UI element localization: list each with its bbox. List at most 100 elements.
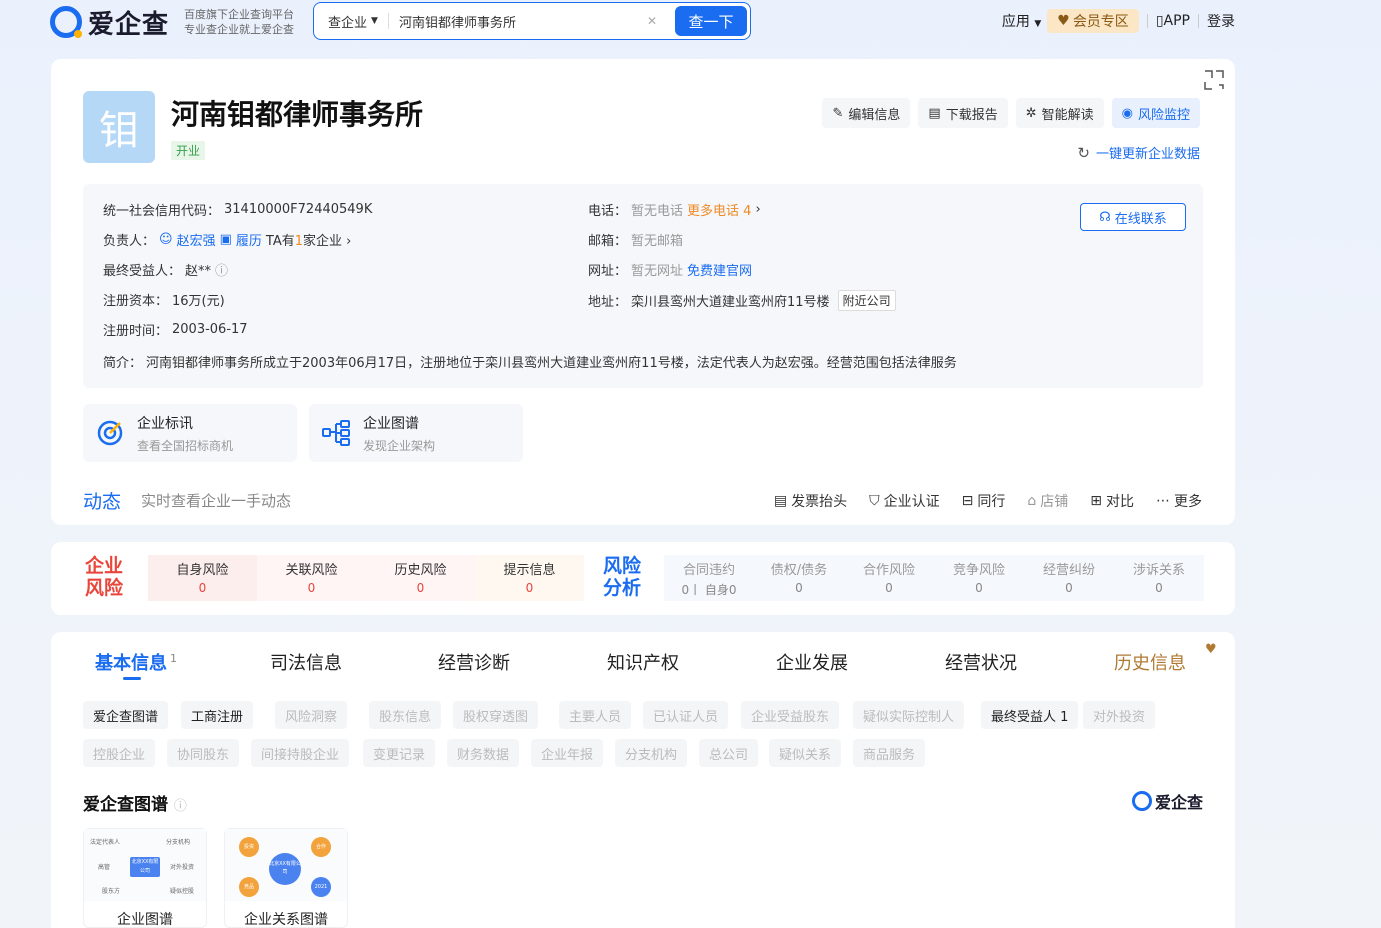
- graph-card-relation[interactable]: 北京XX有限公司 投资 合作 竞品 2021 企业关系图谱: [224, 828, 348, 928]
- refresh-data-link[interactable]: ↻ 一键更新企业数据: [1077, 143, 1200, 163]
- tab-ip[interactable]: 知识产权: [607, 649, 679, 675]
- analysis-debt-name: 债权/债务: [770, 563, 828, 578]
- tool-graph-sub: 发现企业架构: [363, 438, 436, 453]
- more-phones-link[interactable]: 更多电话 4: [687, 200, 751, 219]
- help-icon[interactable]: ⓘ: [174, 799, 187, 814]
- chevron-right-icon: ›: [755, 202, 761, 217]
- online-contact-button[interactable]: ☊ 在线联系: [1080, 203, 1186, 231]
- section-chip[interactable]: 分支机构: [615, 739, 688, 767]
- help-icon[interactable]: ⓘ: [215, 260, 228, 279]
- graph-card-enterprise[interactable]: 北京XX有限公司 法定代表人 分支机构 高管 对外投资 股东方 疑似控股 企业图…: [83, 828, 207, 928]
- analysis-compete[interactable]: 竞争风险 0: [934, 555, 1024, 601]
- smart-analysis-label: 智能解读: [1041, 107, 1094, 123]
- section-chip[interactable]: 工商注册: [181, 701, 254, 729]
- nav-vip[interactable]: ♥ 会员专区: [1047, 9, 1139, 33]
- risk-monitor-button[interactable]: ◉ 风险监控: [1111, 98, 1200, 128]
- nearby-company-tag[interactable]: 附近公司: [837, 290, 896, 311]
- section-chip[interactable]: 主要人员: [559, 701, 632, 729]
- top-nav: 应用 ▼ ♥ 会员专区 ▯APP 登录: [1002, 9, 1235, 33]
- section-chip[interactable]: 商品服务: [853, 739, 926, 767]
- nav-apps[interactable]: 应用 ▼: [1002, 11, 1041, 31]
- section-chip[interactable]: 疑似关系: [769, 739, 842, 767]
- section-chip[interactable]: 股权穿透图: [453, 701, 539, 729]
- download-report-button[interactable]: ▤ 下载报告: [918, 98, 1008, 128]
- leader-name-link[interactable]: 赵宏强: [177, 230, 216, 249]
- store-link[interactable]: ⌂ 店铺: [1027, 491, 1068, 511]
- mini-node: 分支机构: [166, 839, 191, 846]
- section-chip[interactable]: 已认证人员: [643, 701, 729, 729]
- logo-icon: [50, 6, 82, 38]
- edit-info-button[interactable]: ✎ 编辑信息: [822, 98, 911, 128]
- qrcode-icon[interactable]: [1203, 69, 1225, 91]
- tab-judicial[interactable]: 司法信息: [270, 649, 342, 675]
- nav-divider: [1198, 14, 1199, 28]
- peers-link[interactable]: ⊟ 同行: [962, 491, 1006, 511]
- risk-related[interactable]: 关联风险 0: [257, 555, 366, 601]
- resume-link[interactable]: 履历: [236, 230, 262, 249]
- enterprise-risk-label: 企业 风险: [85, 555, 123, 599]
- analysis-contract[interactable]: 合同违约 0丨 自身0: [664, 555, 754, 601]
- risk-self[interactable]: 自身风险 0: [148, 555, 257, 601]
- tab-basic-info-badge: 1: [170, 652, 177, 665]
- graph-brand: 爱企查: [1131, 789, 1203, 813]
- analysis-debt[interactable]: 债权/债务 0: [754, 555, 844, 601]
- section-chip[interactable]: 财务数据: [447, 739, 520, 767]
- graph-card-enterprise-label: 企业图谱: [117, 912, 173, 928]
- section-chip[interactable]: 最终受益人 1: [981, 701, 1079, 729]
- section-chip[interactable]: 总公司: [699, 739, 759, 767]
- tool-bidding[interactable]: 企业标讯 查看全国招标商机: [83, 404, 297, 462]
- smart-analysis-button[interactable]: ✲ 智能解读: [1015, 98, 1104, 128]
- analysis-lawsuit[interactable]: 涉诉关系 0: [1114, 555, 1204, 601]
- tab-operation[interactable]: 经营状况: [945, 649, 1017, 675]
- web-value: 暂无网址: [631, 264, 684, 279]
- section-chip[interactable]: 爱企查图谱: [83, 701, 169, 729]
- section-chip[interactable]: 间接持股企业: [251, 739, 350, 767]
- compare-link[interactable]: ⊞ 对比: [1090, 491, 1134, 511]
- section-chip[interactable]: 企业受益股东: [741, 701, 840, 729]
- analysis-dispute[interactable]: 经营纠纷 0: [1024, 555, 1114, 601]
- dynamic-title[interactable]: 动态: [83, 487, 121, 514]
- dynamic-subtitle: 实时查看企业一手动态: [141, 492, 292, 510]
- beneficiary-label: 最终受益人：: [103, 264, 182, 279]
- risk-hint[interactable]: 提示信息 0: [475, 555, 584, 601]
- info-panel: 统一社会信用代码： 31410000F72440549K 负责人： ☺ 赵宏强 ▣ 履历 T…: [83, 184, 1203, 388]
- clear-icon[interactable]: ✕: [647, 14, 675, 28]
- section-chip[interactable]: 对外投资: [1083, 701, 1156, 729]
- invoice-link[interactable]: ▤ 发票抬头: [774, 491, 847, 511]
- logo[interactable]: 爱企查: [50, 6, 169, 40]
- section-chip[interactable]: 疑似实际控制人: [853, 701, 965, 729]
- compare-icon: ⊞: [1090, 493, 1102, 509]
- enterprise-graph-thumbnail: 北京XX有限公司 法定代表人 分支机构 高管 对外投资 股东方 疑似控股: [84, 829, 206, 901]
- section-chip[interactable]: 风险洞察: [275, 701, 348, 729]
- risk-history[interactable]: 历史风险 0: [366, 555, 475, 601]
- build-site-link[interactable]: 免费建官网: [687, 260, 752, 279]
- search-input[interactable]: 河南钼都律师事务所: [389, 12, 647, 31]
- analysis-coop-count: 0: [885, 581, 893, 595]
- heart-icon: ♥: [1057, 13, 1070, 29]
- section-chip[interactable]: 控股企业: [83, 739, 156, 767]
- analysis-coop[interactable]: 合作风险 0: [844, 555, 934, 601]
- more-link[interactable]: ⋯ 更多: [1156, 491, 1202, 511]
- search-button[interactable]: 查一下: [675, 6, 747, 36]
- certify-link[interactable]: ⛉ 企业认证: [869, 491, 940, 511]
- store-label: 店铺: [1040, 494, 1069, 510]
- ta-companies-link[interactable]: TA有1家企业 ›: [266, 230, 351, 249]
- nav-login[interactable]: 登录: [1207, 11, 1235, 31]
- tab-diagnosis[interactable]: 经营诊断: [438, 649, 510, 675]
- tab-history[interactable]: 历史信息: [1114, 649, 1186, 675]
- tab-development[interactable]: 企业发展: [776, 649, 848, 675]
- addr-label: 地址：: [588, 295, 628, 310]
- tab-basic-info[interactable]: 基本信息 1: [95, 649, 177, 675]
- analysis-compete-count: 0: [975, 581, 983, 595]
- addr-value: 栾川县鸾州大道建业鸾州府11号楼: [631, 295, 830, 310]
- web-label: 网址：: [588, 264, 628, 279]
- tool-graph[interactable]: 企业图谱 发现企业架构: [309, 404, 523, 462]
- credit-label: 统一社会信用代码：: [103, 204, 221, 219]
- section-chip[interactable]: 变更记录: [363, 739, 436, 767]
- nav-app[interactable]: ▯APP: [1156, 13, 1190, 29]
- section-chip[interactable]: 协同股东: [167, 739, 240, 767]
- section-chip[interactable]: 股东信息: [369, 701, 442, 729]
- section-chip[interactable]: 企业年报: [531, 739, 604, 767]
- search-type-select[interactable]: 查企业 ▼: [314, 12, 388, 31]
- risk-hint-count: 0: [525, 581, 534, 595]
